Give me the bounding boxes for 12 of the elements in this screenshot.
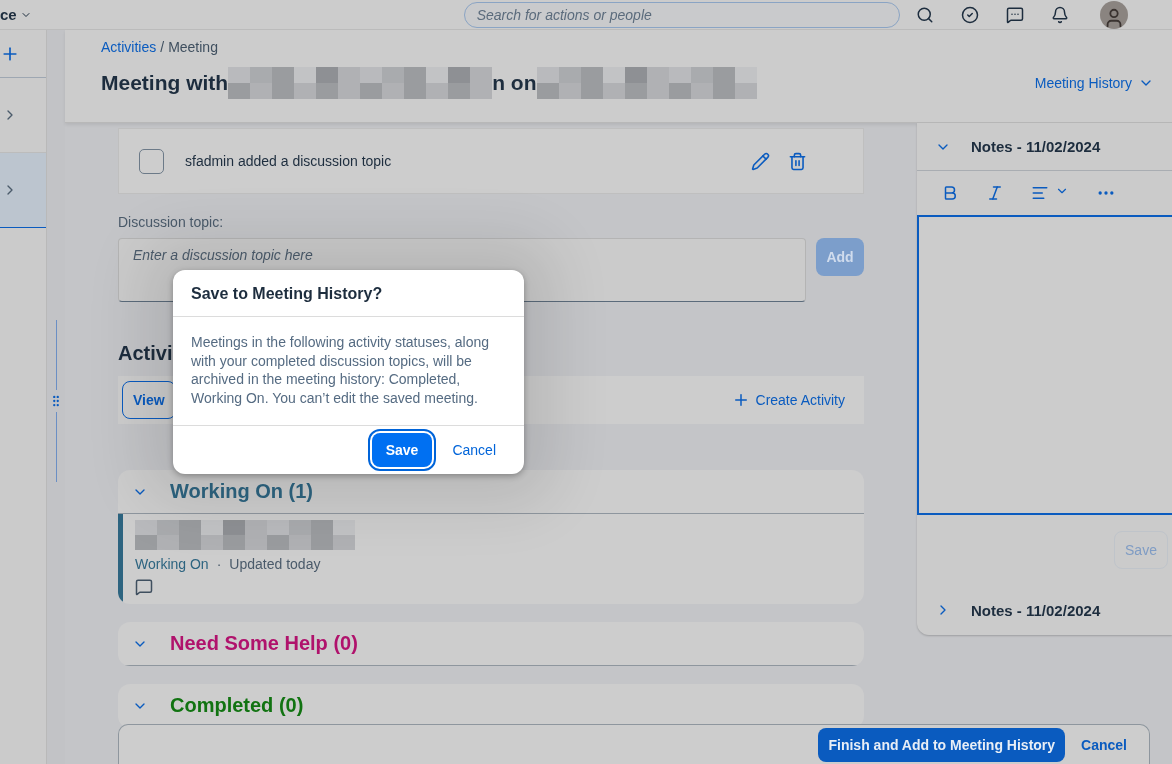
page-title: Meeting with (101, 71, 229, 95)
field-label: Discussion topic: (118, 214, 225, 230)
section-heading: Activi (118, 342, 173, 366)
updated-text: Updated today (229, 556, 321, 572)
separator-dot: · (216, 556, 222, 572)
dialog-message: Meetings in the following activity statuses, along with your completed discussion topics, will be archived in the meeting history: Completed, Working On. You can’t edit the saved meeting. (173, 317, 524, 426)
dialog-title: Save to Meeting History? (173, 270, 524, 317)
status-text: Working On (135, 556, 209, 572)
breadcrumb-separator: / (160, 39, 165, 55)
breadcrumb-current: Meeting (168, 39, 218, 55)
topic-text: sfadmin added a discussion topic (185, 153, 392, 169)
page-title: n on (492, 71, 537, 95)
